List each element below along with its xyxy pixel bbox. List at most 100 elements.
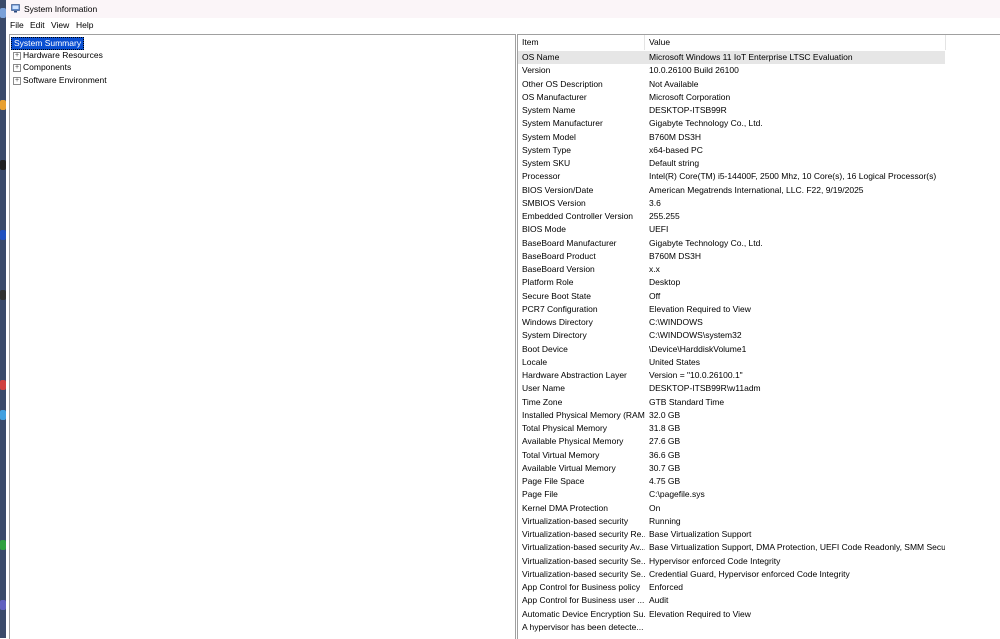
- row-item: User Name: [522, 383, 565, 394]
- row-value: Microsoft Corporation: [649, 91, 731, 102]
- table-row[interactable]: Total Physical Memory 31.8 GB: [518, 422, 945, 435]
- table-row[interactable]: Total Virtual Memory 36.6 GB: [518, 449, 945, 462]
- row-item: Page File Space: [522, 476, 585, 486]
- table-row[interactable]: Virtualization-based security Av... Base …: [518, 541, 945, 554]
- menu-edit[interactable]: Edit: [29, 20, 46, 30]
- table-row[interactable]: Available Physical Memory 27.6 GB: [518, 435, 945, 448]
- table-row[interactable]: Other OS Description Not Available: [518, 78, 945, 91]
- table-row[interactable]: Time Zone GTB Standard Time: [518, 396, 945, 409]
- system-information-window: System Information File Edit View Help S…: [6, 0, 1000, 639]
- table-row[interactable]: Embedded Controller Version 255.255: [518, 210, 945, 223]
- row-item: System Manufacturer: [522, 118, 603, 129]
- table-row[interactable]: BaseBoard Manufacturer Gigabyte Technolog…: [518, 237, 945, 250]
- row-item: OS Name: [522, 52, 560, 62]
- table-row[interactable]: Virtualization-based security Running: [518, 515, 945, 528]
- column-header-item[interactable]: Item: [518, 35, 645, 50]
- table-row[interactable]: BaseBoard Product B760M DS3H: [518, 250, 945, 263]
- row-item: Embedded Controller Version: [522, 211, 634, 221]
- row-item: BaseBoard Product: [522, 250, 596, 261]
- row-value: 31.8 GB: [649, 423, 681, 433]
- column-header-value[interactable]: Value: [645, 35, 946, 50]
- category-tree: System Summary + Hardware Resources + Co…: [9, 34, 516, 639]
- row-value: Version = "10.0.26100.1": [649, 370, 743, 380]
- table-row[interactable]: Virtualization-based security Se... Hyper…: [518, 555, 945, 568]
- table-row[interactable]: Version 10.0.26100 Build 26100: [518, 64, 945, 77]
- details-list: Item Value OS Name Microsoft Windows 11 I…: [517, 34, 1000, 639]
- table-row[interactable]: Platform Role Desktop: [518, 276, 945, 289]
- table-row[interactable]: System SKU Default string: [518, 157, 945, 170]
- row-value: DESKTOP-ITSB99R: [649, 105, 727, 115]
- menu-file[interactable]: File: [9, 20, 25, 30]
- table-row[interactable]: Windows Directory C:\WINDOWS: [518, 316, 945, 329]
- table-row[interactable]: SMBIOS Version 3.6: [518, 197, 945, 210]
- table-row[interactable]: Locale United States: [518, 356, 945, 369]
- row-value: Running: [649, 515, 681, 526]
- row-value: x.x: [649, 264, 660, 274]
- table-row[interactable]: Installed Physical Memory (RAM) 32.0 GB: [518, 409, 945, 422]
- table-row[interactable]: Boot Device \Device\HarddiskVolume1: [518, 343, 945, 356]
- table-row[interactable]: PCR7 Configuration Elevation Required to …: [518, 303, 945, 316]
- table-row[interactable]: Processor Intel(R) Core(TM) i5-14400F, 25…: [518, 170, 945, 183]
- row-item: Virtualization-based security Se...: [522, 568, 645, 579]
- table-row[interactable]: Automatic Device Encryption Su... Elevati…: [518, 608, 945, 621]
- table-row[interactable]: Page File Space 4.75 GB: [518, 475, 945, 488]
- title-bar[interactable]: System Information: [6, 0, 1000, 18]
- row-value: Enforced: [649, 582, 684, 592]
- expand-icon[interactable]: +: [13, 64, 21, 72]
- table-row[interactable]: BIOS Version/Date American Megatrends Int…: [518, 184, 945, 197]
- table-row[interactable]: Hardware Abstraction Layer Version = "10.…: [518, 369, 945, 382]
- row-value: Audit: [649, 595, 669, 606]
- menu-bar: File Edit View Help: [6, 18, 1000, 32]
- row-item: SMBIOS Version: [522, 197, 586, 208]
- table-row[interactable]: Virtualization-based security Se... Crede…: [518, 568, 945, 581]
- row-value: GTB Standard Time: [649, 396, 725, 407]
- row-item: Secure Boot State: [522, 290, 591, 301]
- row-value: 32.0 GB: [649, 409, 681, 420]
- row-value: On: [649, 502, 661, 513]
- table-row[interactable]: BaseBoard Version x.x: [518, 263, 945, 276]
- row-value: 30.7 GB: [649, 462, 681, 473]
- row-value: Gigabyte Technology Co., Ltd.: [649, 118, 763, 129]
- row-item: Virtualization-based security Av...: [522, 542, 645, 553]
- table-row[interactable]: Available Virtual Memory 30.7 GB: [518, 462, 945, 475]
- row-item: Available Physical Memory: [522, 436, 624, 447]
- table-row[interactable]: Secure Boot State Off: [518, 290, 945, 303]
- table-row[interactable]: User Name DESKTOP-ITSB99R\w11adm: [518, 382, 945, 395]
- row-item: Virtualization-based security: [522, 515, 629, 526]
- row-value: American Megatrends International, LLC. …: [649, 184, 864, 195]
- expand-icon[interactable]: +: [13, 77, 21, 85]
- row-value: Not Available: [649, 78, 699, 89]
- table-row[interactable]: Virtualization-based security Re... Base …: [518, 528, 945, 541]
- table-row[interactable]: System Model B760M DS3H: [518, 131, 945, 144]
- table-row[interactable]: System Directory C:\WINDOWS\system32: [518, 329, 945, 342]
- table-row[interactable]: App Control for Business user ... Audit: [518, 594, 945, 607]
- table-row[interactable]: System Name DESKTOP-ITSB99R: [518, 104, 945, 117]
- row-item: System Type: [522, 144, 571, 155]
- details-rows: OS Name Microsoft Windows 11 IoT Enterpri…: [518, 51, 1000, 634]
- table-row[interactable]: BIOS Mode UEFI: [518, 223, 945, 236]
- table-row[interactable]: System Type x64-based PC: [518, 144, 945, 157]
- row-value: DESKTOP-ITSB99R\w11adm: [649, 383, 761, 394]
- expand-icon[interactable]: +: [13, 52, 21, 60]
- row-item: Available Virtual Memory: [522, 462, 616, 473]
- table-row[interactable]: OS Name Microsoft Windows 11 IoT Enterpri…: [518, 51, 945, 65]
- menu-help[interactable]: Help: [75, 20, 94, 30]
- tree-item-label: Components: [23, 62, 72, 72]
- row-value: 255.255: [649, 211, 680, 221]
- table-row[interactable]: System Manufacturer Gigabyte Technology C…: [518, 117, 945, 130]
- menu-view[interactable]: View: [50, 20, 70, 30]
- row-item: Other OS Description: [522, 78, 603, 89]
- table-row[interactable]: Kernel DMA Protection On: [518, 502, 945, 515]
- table-row[interactable]: OS Manufacturer Microsoft Corporation: [518, 91, 945, 104]
- row-item: Virtualization-based security Se...: [522, 555, 645, 566]
- table-row[interactable]: A hypervisor has been detecte...: [518, 621, 945, 634]
- row-value: C:\WINDOWS\system32: [649, 330, 742, 341]
- row-item: Processor: [522, 171, 561, 182]
- row-value: Gigabyte Technology Co., Ltd.: [649, 237, 763, 248]
- row-item: System SKU: [522, 158, 571, 168]
- row-value: Base Virtualization Support: [649, 529, 752, 539]
- row-item: Platform Role: [522, 277, 574, 288]
- table-row[interactable]: Page File C:\pagefile.sys: [518, 488, 945, 501]
- table-row[interactable]: App Control for Business policy Enforced: [518, 581, 945, 594]
- row-value: Elevation Required to View: [649, 608, 751, 619]
